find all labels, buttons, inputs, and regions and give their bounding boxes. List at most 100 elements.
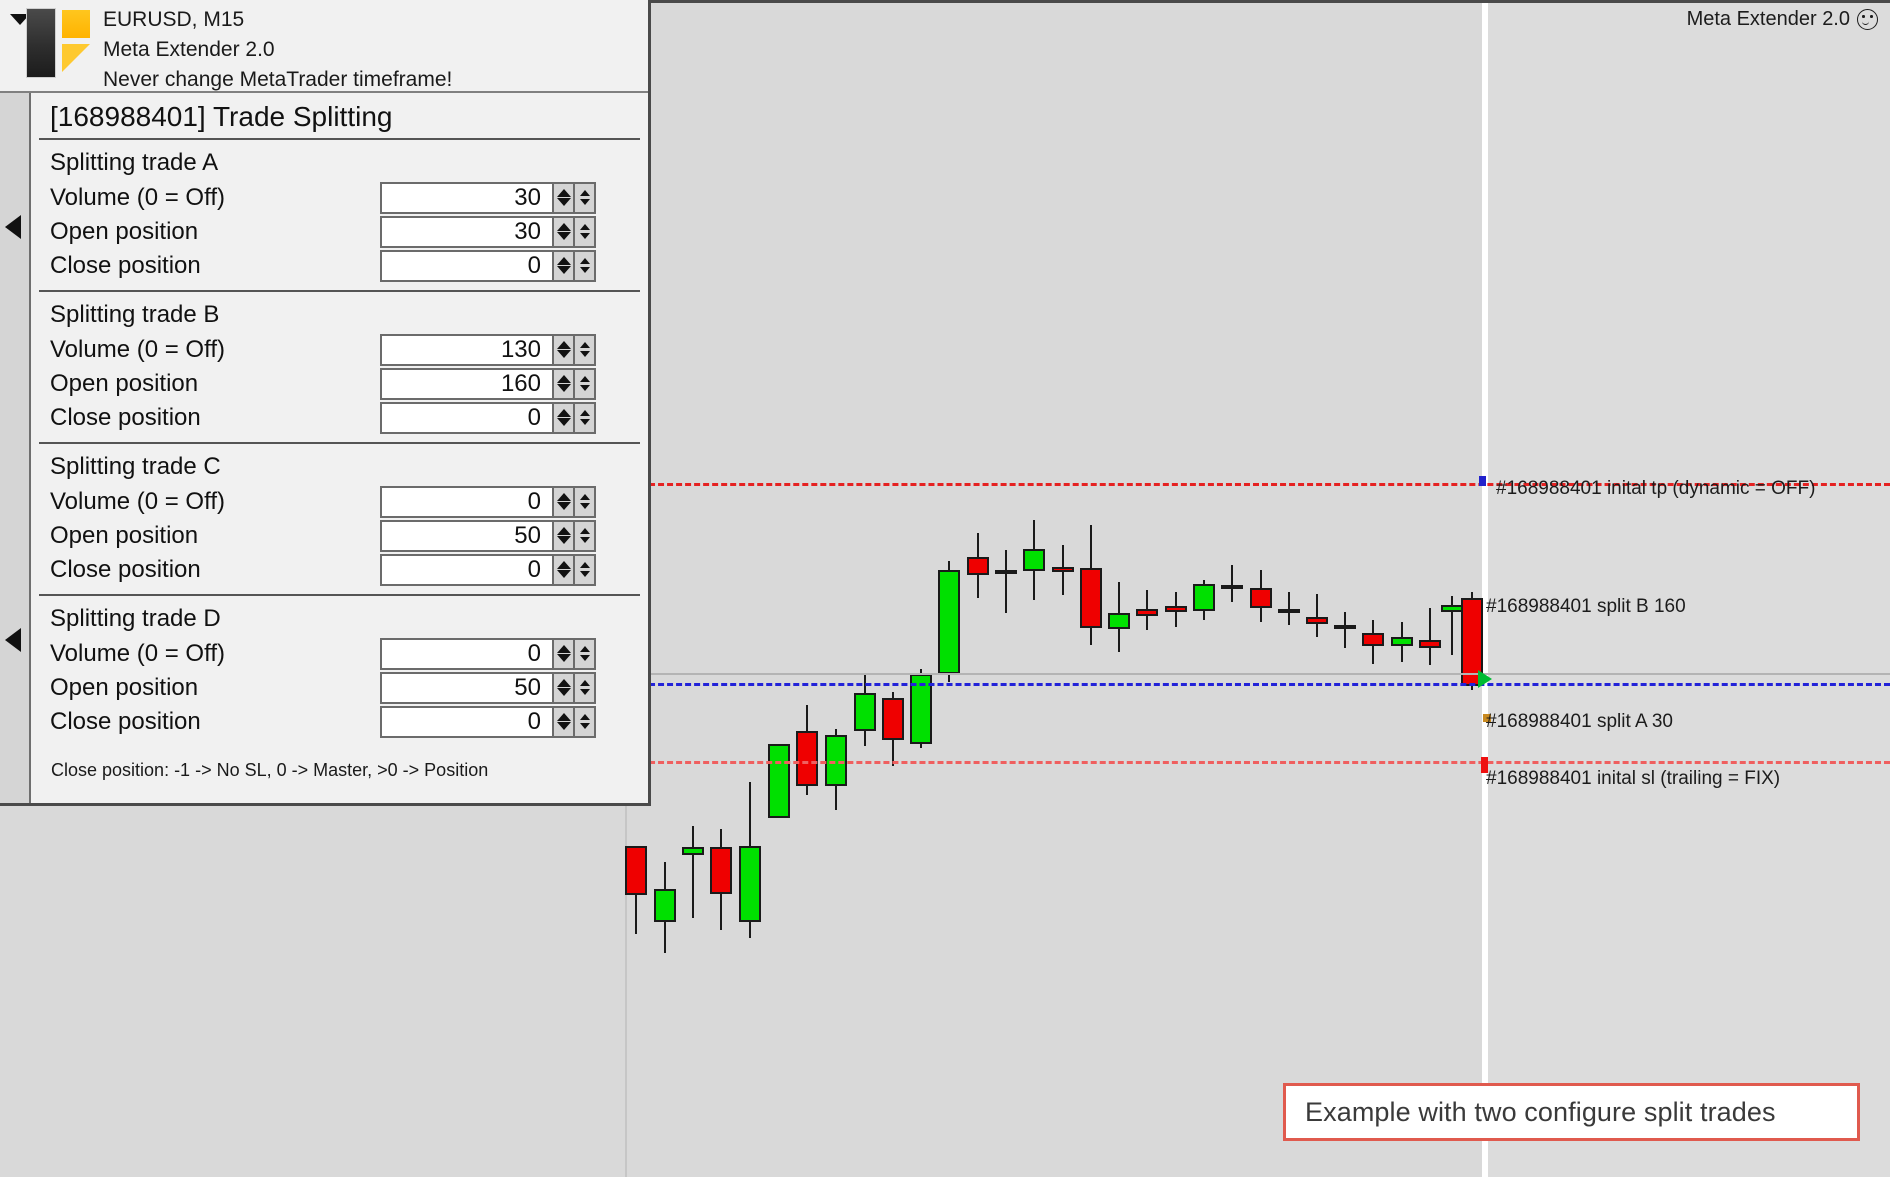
chevron-down-icon[interactable] xyxy=(556,688,571,696)
close-position-stepper[interactable]: 0 xyxy=(380,401,596,434)
open-position-input[interactable]: 160 xyxy=(380,367,554,400)
stepper-fine[interactable] xyxy=(575,553,596,586)
chevron-up-icon[interactable] xyxy=(556,257,571,265)
chevron-up-icon[interactable] xyxy=(579,224,590,230)
chevron-down-icon[interactable] xyxy=(556,198,571,206)
take-profit-marker[interactable] xyxy=(1479,476,1486,486)
close-position-stepper[interactable]: 0 xyxy=(380,249,596,282)
chevron-up-icon[interactable] xyxy=(556,409,571,417)
chevron-down-icon[interactable] xyxy=(579,689,590,695)
chevron-up-icon[interactable] xyxy=(556,493,571,501)
stepper-coarse[interactable] xyxy=(554,249,575,282)
close-position-input[interactable]: 0 xyxy=(380,553,554,586)
chevron-down-icon[interactable] xyxy=(556,418,571,426)
collapse-left-arrow-icon-top[interactable] xyxy=(5,215,21,239)
stepper-fine[interactable] xyxy=(575,181,596,214)
open-position-stepper[interactable]: 50 xyxy=(380,519,596,552)
stepper-coarse[interactable] xyxy=(554,181,575,214)
chevron-down-icon[interactable] xyxy=(579,723,590,729)
volume-input[interactable]: 30 xyxy=(380,181,554,214)
chevron-up-icon[interactable] xyxy=(556,527,571,535)
stepper-fine[interactable] xyxy=(575,519,596,552)
stepper-fine[interactable] xyxy=(575,671,596,704)
stepper-coarse[interactable] xyxy=(554,705,575,738)
stepper-buttons[interactable] xyxy=(554,215,596,248)
chevron-down-icon[interactable] xyxy=(579,537,590,543)
stepper-fine[interactable] xyxy=(575,705,596,738)
trade-splitting-panel[interactable]: EURUSD, M15 Meta Extender 2.0 Never chan… xyxy=(0,0,651,806)
stepper-coarse[interactable] xyxy=(554,671,575,704)
stepper-buttons[interactable] xyxy=(554,637,596,670)
volume-stepper[interactable]: 0 xyxy=(380,637,596,670)
stepper-coarse[interactable] xyxy=(554,401,575,434)
close-position-input[interactable]: 0 xyxy=(380,401,554,434)
stepper-buttons[interactable] xyxy=(554,249,596,282)
chevron-down-icon[interactable] xyxy=(579,351,590,357)
chevron-up-icon[interactable] xyxy=(579,376,590,382)
stepper-coarse[interactable] xyxy=(554,637,575,670)
open-position-input[interactable]: 50 xyxy=(380,519,554,552)
chevron-down-icon[interactable] xyxy=(556,232,571,240)
stepper-coarse[interactable] xyxy=(554,367,575,400)
chevron-down-icon[interactable] xyxy=(556,722,571,730)
volume-stepper[interactable]: 130 xyxy=(380,333,596,366)
chevron-down-icon[interactable] xyxy=(556,384,571,392)
chevron-up-icon[interactable] xyxy=(556,223,571,231)
volume-input[interactable]: 0 xyxy=(380,485,554,518)
chevron-down-icon[interactable] xyxy=(556,502,571,510)
chevron-down-icon[interactable] xyxy=(579,419,590,425)
chevron-down-icon[interactable] xyxy=(579,267,590,273)
chevron-down-icon[interactable] xyxy=(579,571,590,577)
stepper-fine[interactable] xyxy=(575,333,596,366)
chevron-up-icon[interactable] xyxy=(579,494,590,500)
volume-stepper[interactable]: 0 xyxy=(380,485,596,518)
collapse-left-arrow-icon-bottom[interactable] xyxy=(5,628,21,652)
chevron-down-icon[interactable] xyxy=(556,350,571,358)
chevron-up-icon[interactable] xyxy=(556,713,571,721)
stepper-buttons[interactable] xyxy=(554,401,596,434)
chevron-down-icon[interactable] xyxy=(556,654,571,662)
chevron-up-icon[interactable] xyxy=(579,258,590,264)
open-position-stepper[interactable]: 50 xyxy=(380,671,596,704)
stepper-coarse[interactable] xyxy=(554,333,575,366)
stepper-fine[interactable] xyxy=(575,367,596,400)
stepper-fine[interactable] xyxy=(575,637,596,670)
open-position-stepper[interactable]: 30 xyxy=(380,215,596,248)
chevron-up-icon[interactable] xyxy=(556,341,571,349)
chevron-up-icon[interactable] xyxy=(556,375,571,383)
stepper-buttons[interactable] xyxy=(554,705,596,738)
chevron-down-icon[interactable] xyxy=(579,233,590,239)
stepper-buttons[interactable] xyxy=(554,485,596,518)
stepper-coarse[interactable] xyxy=(554,553,575,586)
chevron-up-icon[interactable] xyxy=(579,528,590,534)
close-position-input[interactable]: 0 xyxy=(380,705,554,738)
chevron-up-icon[interactable] xyxy=(579,190,590,196)
chevron-down-icon[interactable] xyxy=(579,199,590,205)
chevron-up-icon[interactable] xyxy=(556,679,571,687)
stepper-fine[interactable] xyxy=(575,485,596,518)
stepper-buttons[interactable] xyxy=(554,181,596,214)
open-position-stepper[interactable]: 160 xyxy=(380,367,596,400)
panel-collapse-gutter[interactable] xyxy=(0,93,31,803)
stepper-coarse[interactable] xyxy=(554,215,575,248)
chevron-up-icon[interactable] xyxy=(556,561,571,569)
close-position-stepper[interactable]: 0 xyxy=(380,705,596,738)
chevron-up-icon[interactable] xyxy=(579,342,590,348)
stepper-buttons[interactable] xyxy=(554,671,596,704)
chevron-up-icon[interactable] xyxy=(579,714,590,720)
stepper-fine[interactable] xyxy=(575,401,596,434)
chevron-down-icon[interactable] xyxy=(556,536,571,544)
chevron-up-icon[interactable] xyxy=(579,562,590,568)
close-position-input[interactable]: 0 xyxy=(380,249,554,282)
volume-stepper[interactable]: 30 xyxy=(380,181,596,214)
chevron-down-icon[interactable] xyxy=(556,266,571,274)
open-position-input[interactable]: 50 xyxy=(380,671,554,704)
open-position-input[interactable]: 30 xyxy=(380,215,554,248)
open-position-marker[interactable] xyxy=(1478,670,1492,688)
close-position-stepper[interactable]: 0 xyxy=(380,553,596,586)
volume-input[interactable]: 130 xyxy=(380,333,554,366)
chevron-down-icon[interactable] xyxy=(579,655,590,661)
chevron-up-icon[interactable] xyxy=(579,646,590,652)
chevron-down-icon[interactable] xyxy=(579,503,590,509)
stepper-coarse[interactable] xyxy=(554,485,575,518)
